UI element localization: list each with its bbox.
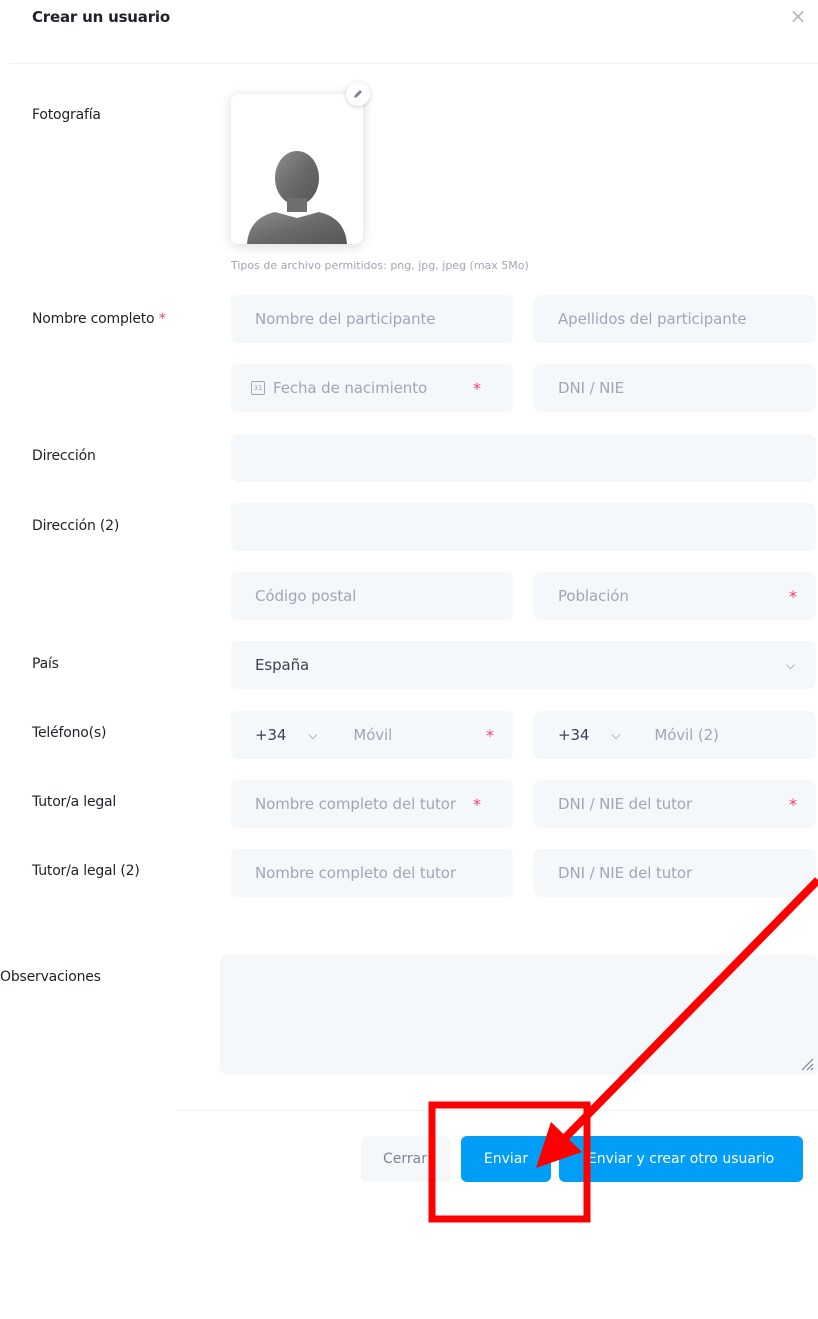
full-name-label-text: Nombre completo [32,311,155,327]
tutor-name-field[interactable]: Nombre completo del tutor * [231,780,513,828]
tutor2-name-placeholder: Nombre completo del tutor [255,864,456,882]
required-mark: * [789,586,797,606]
required-mark: * [486,725,494,745]
calendar-icon: 31 [251,381,265,395]
country-label: País [32,656,59,672]
dni-placeholder: DNI / NIE [558,379,625,397]
modal-title: Crear un usuario [32,8,170,26]
footer-divider [176,1110,818,1111]
chevron-down-icon: ⌵ [308,727,318,742]
first-name-field[interactable]: Nombre del participante [231,295,513,343]
last-name-field[interactable]: Apellidos del participante [534,295,816,343]
postal-code-placeholder: Código postal [255,587,357,605]
address-field[interactable] [231,434,816,482]
photo-avatar[interactable] [231,94,363,244]
address-label: Dirección [32,448,96,464]
close-button[interactable]: Cerrar [361,1136,451,1182]
notes-label: Observaciones [0,969,101,985]
tutor-dni-placeholder: DNI / NIE del tutor [558,795,693,813]
first-name-placeholder: Nombre del participante [255,310,436,328]
phone2-code-select[interactable]: +34 ⌵ [558,726,620,744]
phones-label: Teléfono(s) [32,725,107,741]
required-mark: * [158,311,166,327]
chevron-down-icon: ⌵ [786,657,795,672]
pencil-icon[interactable] [346,82,370,106]
resize-handle-icon[interactable] [800,1057,814,1071]
notes-textarea[interactable] [220,955,818,1075]
photo-label: Fotografía [32,107,101,123]
required-mark: * [473,378,481,398]
close-icon[interactable]: × [786,4,810,28]
phone1-group: +34 ⌵ Móvil * [231,711,513,759]
tutor2-dni-placeholder: DNI / NIE del tutor [558,864,693,882]
address2-field[interactable] [231,503,816,551]
tutor-dni-field[interactable]: DNI / NIE del tutor * [534,780,816,828]
birthdate-placeholder: Fecha de nacimiento [273,379,428,397]
phone2-code-value: +34 [558,726,590,744]
required-mark: * [473,794,481,814]
mobile2-placeholder[interactable]: Móvil (2) [654,726,719,744]
full-name-label: Nombre completo * [32,311,166,327]
mobile-placeholder[interactable]: Móvil [353,726,392,744]
birthdate-field[interactable]: 31 Fecha de nacimiento * [231,364,513,412]
tutor2-name-field[interactable]: Nombre completo del tutor [231,849,513,897]
submit-button[interactable]: Enviar [461,1136,551,1182]
address2-label: Dirección (2) [32,518,120,534]
country-select[interactable]: España ⌵ [231,641,816,689]
phone1-code-select[interactable]: +34 ⌵ [255,726,317,744]
chevron-down-icon: ⌵ [611,727,621,742]
dni-field[interactable]: DNI / NIE [534,364,816,412]
tutor2-dni-field[interactable]: DNI / NIE del tutor [534,849,816,897]
phone2-group: +34 ⌵ Móvil (2) [534,711,816,759]
header-divider [10,63,818,64]
postal-code-field[interactable]: Código postal [231,572,513,620]
city-placeholder: Población [558,587,629,605]
phone1-code-value: +34 [255,726,287,744]
last-name-placeholder: Apellidos del participante [558,310,747,328]
tutor-label: Tutor/a legal [32,794,117,810]
submit-and-create-button[interactable]: Enviar y crear otro usuario [559,1136,803,1182]
user-silhouette-icon [247,151,347,244]
tutor2-label: Tutor/a legal (2) [32,863,140,879]
country-value: España [255,656,310,674]
required-mark: * [789,794,797,814]
photo-hint: Tipos de archivo permitidos: png, jpg, j… [231,259,529,272]
city-field[interactable]: Población * [534,572,816,620]
tutor-name-placeholder: Nombre completo del tutor [255,795,456,813]
